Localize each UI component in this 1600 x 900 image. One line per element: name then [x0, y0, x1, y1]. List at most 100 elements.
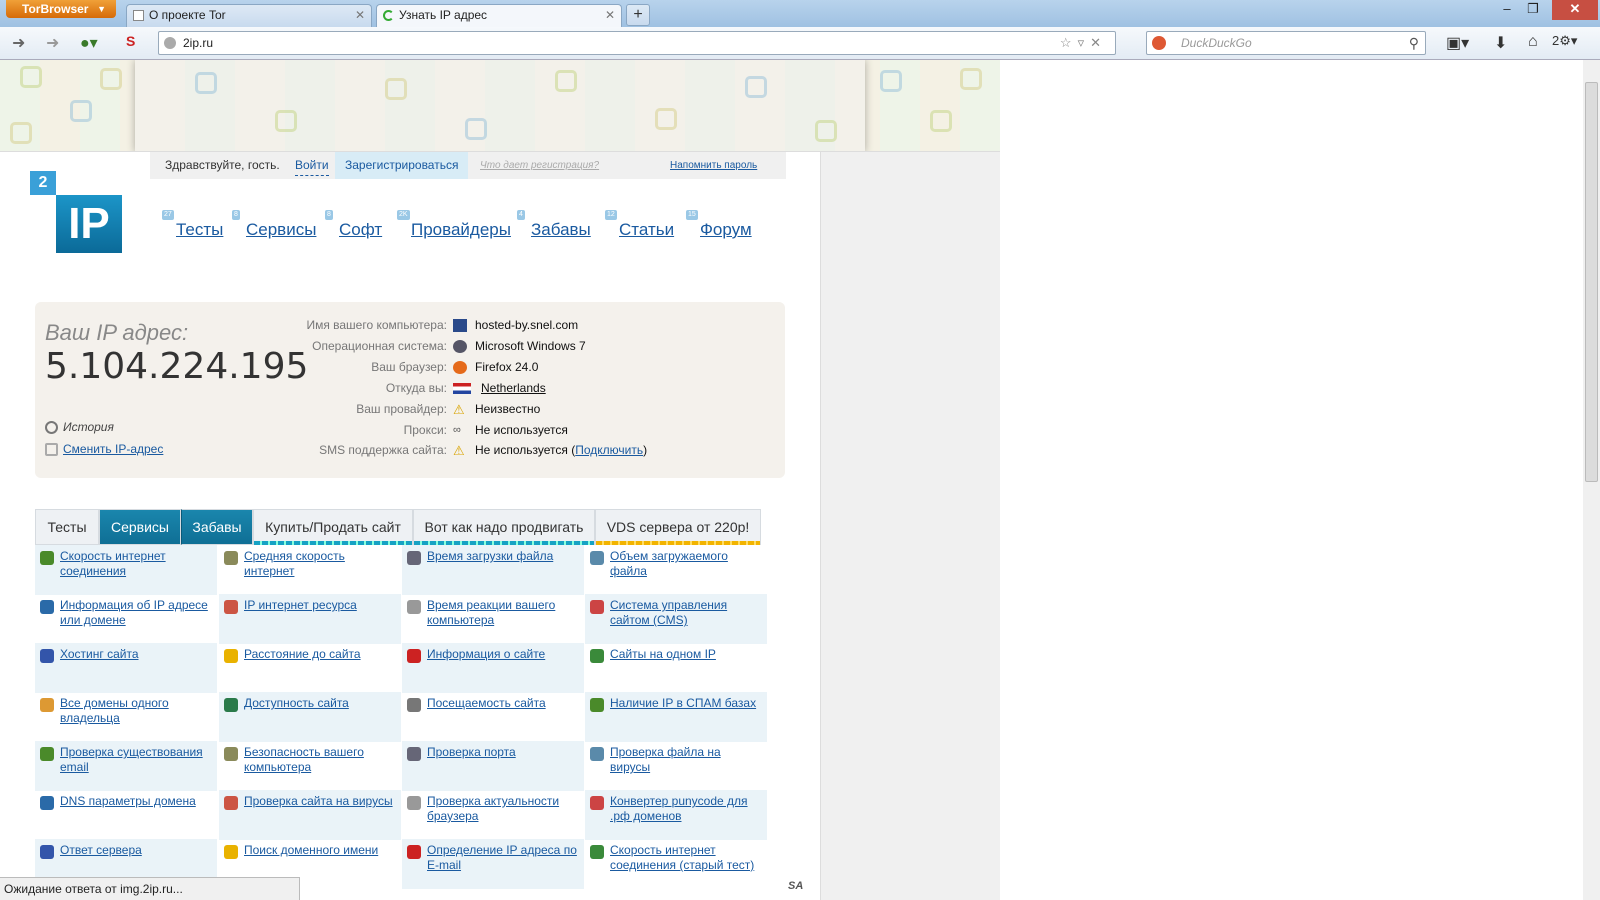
service-item[interactable]: Расстояние до сайта — [219, 643, 401, 693]
service-item[interactable]: Все домены одного владельца — [35, 692, 217, 742]
service-link[interactable]: Посещаемость сайта — [427, 696, 546, 710]
service-item[interactable]: Информация о сайте — [402, 643, 584, 693]
home-icon[interactable]: ⌂ — [1528, 33, 1538, 51]
service-link[interactable]: Доступность сайта — [244, 696, 349, 710]
service-item[interactable]: Определение IP адреса по E-mail — [402, 839, 584, 889]
service-link[interactable]: Определение IP адреса по E-mail — [427, 843, 577, 872]
bookmarks-icon[interactable]: ▣▾ — [1446, 33, 1469, 53]
maximize-button[interactable]: ❐ — [1520, 0, 1546, 20]
menu-soft[interactable]: 8 Софт — [325, 210, 382, 240]
service-link[interactable]: Конвертер punycode для .рф доменов — [610, 794, 748, 823]
service-link[interactable]: Проверка актуальности браузера — [427, 794, 559, 823]
service-link[interactable]: Средняя скорость интернет — [244, 549, 345, 578]
new-tab-button[interactable]: + — [626, 4, 650, 26]
service-item[interactable]: Время реакции вашего компьютера — [402, 594, 584, 644]
service-item[interactable]: Конвертер punycode для .рф доменов — [585, 790, 767, 840]
stop-icon[interactable]: ✕ — [1090, 35, 1107, 50]
service-link[interactable]: Информация о сайте — [427, 647, 545, 661]
service-link[interactable]: IP интернет ресурса — [244, 598, 357, 612]
menu-fun[interactable]: 4 Забавы — [517, 210, 591, 240]
service-link[interactable]: Наличие IP в СПАМ базах — [610, 696, 756, 710]
forward-arrow-icon[interactable]: ➜ — [46, 33, 59, 53]
close-icon[interactable]: ✕ — [355, 5, 365, 26]
service-link[interactable]: Безопасность вашего компьютера — [244, 745, 364, 774]
service-item[interactable]: Безопасность вашего компьютера — [219, 741, 401, 791]
search-input[interactable]: DuckDuckGo ⚲ — [1146, 31, 1426, 55]
site-logo[interactable]: 2 IP — [30, 171, 122, 253]
tab-tests[interactable]: Тесты — [35, 509, 99, 545]
service-item[interactable]: Доступность сайта — [219, 692, 401, 742]
close-icon[interactable]: ✕ — [605, 5, 615, 26]
service-item[interactable]: Сайты на одном IP — [585, 643, 767, 693]
menu-forum[interactable]: 15 Форум — [686, 210, 752, 240]
service-link[interactable]: Расстояние до сайта — [244, 647, 361, 661]
menu-articles[interactable]: 12 Статьи — [605, 210, 674, 240]
menu-services[interactable]: 8 Сервисы — [232, 210, 316, 240]
service-link[interactable]: DNS параметры домена — [60, 794, 196, 808]
service-item[interactable]: DNS параметры домена — [35, 790, 217, 840]
url-text[interactable]: 2ip.ru — [183, 36, 213, 50]
url-bar[interactable]: 2ip.ru ☆▿✕ — [158, 31, 1116, 55]
service-item[interactable]: Наличие IP в СПАМ базах — [585, 692, 767, 742]
service-item[interactable]: Посещаемость сайта — [402, 692, 584, 742]
country-link[interactable]: Netherlands — [481, 381, 546, 395]
tab-fun[interactable]: Забавы — [181, 509, 253, 545]
service-item[interactable]: IP интернет ресурса — [219, 594, 401, 644]
service-link[interactable]: Все домены одного владельца — [60, 696, 169, 725]
service-link[interactable]: Скорость интернет соединения (старый тес… — [610, 843, 754, 872]
service-item[interactable]: Система управления сайтом (CMS) — [585, 594, 767, 644]
service-item[interactable]: Хостинг сайта — [35, 643, 217, 693]
service-link[interactable]: Время загрузки файла — [427, 549, 553, 563]
service-link[interactable]: Объем загружаемого файла — [610, 549, 728, 578]
duckduckgo-icon[interactable] — [1152, 36, 1166, 50]
service-link[interactable]: Сайты на одном IP — [610, 647, 716, 661]
noscript-icon[interactable]: S — [126, 33, 135, 49]
service-item[interactable]: Проверка актуальности браузера — [402, 790, 584, 840]
extensions-icon[interactable]: 2⚙▾ — [1552, 33, 1577, 49]
tab-about-tor[interactable]: О проекте Tor ✕ — [126, 4, 372, 27]
service-item[interactable]: Скорость интернет соединения — [35, 545, 217, 595]
tab-services[interactable]: Сервисы — [99, 509, 181, 545]
service-link[interactable]: Ответ сервера — [60, 843, 142, 857]
service-link[interactable]: Время реакции вашего компьютера — [427, 598, 555, 627]
tab-promotion[interactable]: Вот как надо продвигать — [413, 509, 595, 545]
back-arrow-icon[interactable]: ➜ — [12, 33, 25, 53]
login-link[interactable]: Войти — [295, 155, 329, 176]
service-link[interactable]: Поиск доменного имени — [244, 843, 378, 857]
window-close-button[interactable]: ✕ — [1552, 0, 1598, 20]
service-link[interactable]: Система управления сайтом (CMS) — [610, 598, 727, 627]
onion-icon[interactable]: ●▾ — [80, 33, 98, 53]
minimize-button[interactable]: – — [1494, 0, 1520, 20]
menu-providers[interactable]: 2K Провайдеры — [397, 210, 511, 240]
service-item[interactable]: Скорость интернет соединения (старый тес… — [585, 839, 767, 889]
star-icon[interactable]: ☆ — [1060, 35, 1078, 50]
service-item[interactable]: Время загрузки файла — [402, 545, 584, 595]
service-item[interactable]: Информация об IP адресе или домене — [35, 594, 217, 644]
tor-browser-menu-button[interactable]: TorBrowser ▼ — [6, 0, 116, 18]
tab-vds[interactable]: VDS сервера от 220р! — [595, 509, 761, 545]
service-link[interactable]: Проверка порта — [427, 745, 516, 759]
service-link[interactable]: Скорость интернет соединения — [60, 549, 166, 578]
remind-password-link[interactable]: Напомнить пароль — [670, 152, 757, 179]
service-item[interactable]: Проверка сайта на вирусы — [219, 790, 401, 840]
service-item[interactable]: Объем загружаемого файла — [585, 545, 767, 595]
service-item[interactable]: Проверка файла на вирусы — [585, 741, 767, 791]
tab-find-ip[interactable]: Узнать IP адрес ✕ — [376, 4, 622, 27]
service-link[interactable]: Информация об IP адресе или домене — [60, 598, 208, 627]
search-icon[interactable]: ⚲ — [1409, 32, 1419, 54]
service-item[interactable]: Проверка существования email — [35, 741, 217, 791]
register-link[interactable]: Зарегистрироваться — [335, 152, 469, 179]
scrollbar-thumb[interactable] — [1585, 82, 1598, 482]
history-link[interactable]: История — [45, 420, 114, 434]
change-ip-link[interactable]: Сменить IP-адрес — [45, 442, 163, 456]
why-register-link[interactable]: Что дает регистрация? — [480, 152, 599, 179]
menu-tests[interactable]: 27 Тесты — [162, 210, 223, 240]
service-item[interactable]: Проверка порта — [402, 741, 584, 791]
service-link[interactable]: Проверка существования email — [60, 745, 203, 774]
connect-sms-link[interactable]: Подключить — [575, 443, 643, 457]
tab-buy-sell-site[interactable]: Купить/Продать сайт — [253, 509, 413, 545]
service-link[interactable]: Проверка файла на вирусы — [610, 745, 721, 774]
url-bar-icons[interactable]: ☆▿✕ — [1060, 32, 1107, 54]
service-link[interactable]: Хостинг сайта — [60, 647, 139, 661]
download-icon[interactable]: ⬇ — [1494, 33, 1507, 53]
